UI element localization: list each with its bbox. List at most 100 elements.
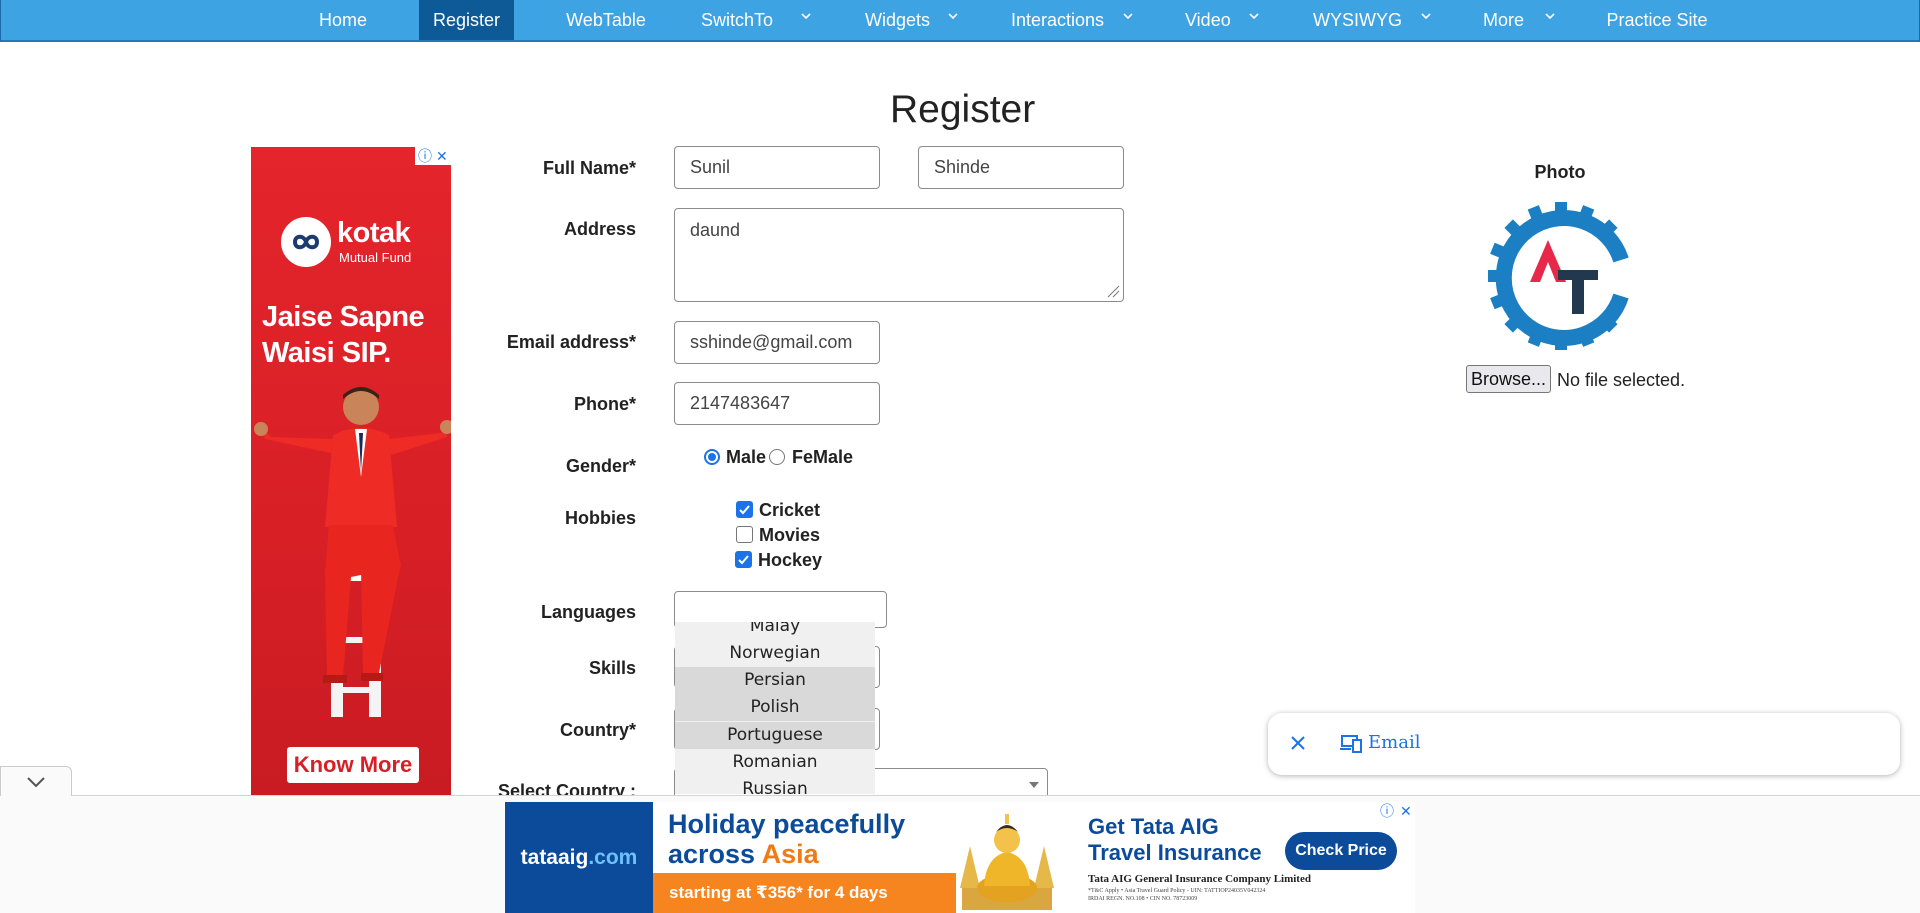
gender-female-radio[interactable] (769, 449, 785, 465)
country-label: Country* (560, 720, 636, 740)
nav-switchto[interactable]: SwitchTo (701, 0, 811, 40)
bottom-advertisement[interactable]: tataaig.com Holiday peacefully across As… (505, 802, 1415, 913)
ad-controls: ⓘ ✕ (1377, 802, 1415, 820)
hobby-hockey-checkbox[interactable] (735, 551, 752, 568)
know-more-button[interactable]: Know More (287, 747, 419, 783)
language-option[interactable]: Malay (675, 622, 875, 640)
first-name-input[interactable] (674, 146, 880, 189)
ad-price-strip: starting at ₹356* for 4 days (653, 873, 956, 913)
ad-offer-line2: Travel Insurance (1088, 840, 1262, 865)
collapse-ad-tab[interactable] (0, 766, 72, 796)
nav-practice-site-label: Practice Site (1606, 10, 1708, 30)
nav-video-label: Video (1185, 10, 1231, 30)
nav-home[interactable]: Home (301, 0, 385, 40)
email-label: Email address* (506, 332, 636, 352)
chevron-down-icon (1421, 13, 1431, 20)
chevron-down-icon (1545, 13, 1555, 20)
language-option[interactable]: Persian (675, 667, 875, 694)
kotak-brand-sub: Mutual Fund (339, 250, 412, 265)
nav-video[interactable]: Video (1185, 0, 1265, 40)
gender-male-radio[interactable] (704, 449, 720, 465)
chevron-down-icon (27, 777, 45, 788)
buddha-temple-image (960, 814, 1054, 910)
hobby-cricket-label: Cricket (759, 500, 821, 520)
full-name-label: Full Name* (542, 158, 636, 178)
nav-webtable[interactable]: WebTable (556, 0, 656, 40)
email-share-widget: Email (1268, 713, 1900, 775)
ad-fine-print: *T&C Apply • Asia Travel Guard Policy - … (1088, 888, 1266, 894)
nav-widgets[interactable]: Widgets (865, 0, 975, 40)
email-input[interactable] (674, 321, 880, 364)
photo-label: Photo (1534, 162, 1586, 182)
ad-model-image (254, 387, 451, 717)
skills-label: Skills (588, 658, 636, 678)
check-price-button[interactable]: Check Price (1285, 832, 1397, 870)
phone-input[interactable] (674, 382, 880, 425)
languages-listbox[interactable]: Malay Norwegian Persian Polish Portugues… (675, 622, 875, 794)
ad-offer: Get Tata AIG Travel Insurance (1088, 814, 1262, 866)
file-status-text: No file selected. (1557, 370, 1686, 390)
nav-more[interactable]: More (1483, 0, 1563, 40)
nav-switchto-label: SwitchTo (701, 10, 774, 30)
gender-female-label: FeMale (792, 447, 854, 467)
hobby-cricket-checkbox[interactable] (736, 501, 753, 518)
top-nav: Home Register WebTable SwitchTo Widgets … (0, 0, 1920, 42)
checkmark-icon (739, 505, 750, 515)
devices-icon[interactable] (1339, 732, 1363, 754)
chevron-down-icon (948, 13, 958, 20)
ad-headline-asia: Asia (761, 839, 819, 869)
hobbies-label: Hobbies (564, 508, 636, 528)
browse-button[interactable]: Browse... (1466, 365, 1551, 393)
tataaig-brand-b: .com (588, 846, 638, 869)
infinity-icon (292, 234, 320, 250)
ad-offer-line1: Get Tata AIG (1088, 814, 1219, 839)
ad-fine-print: IRDAI REGN. NO.108 • CIN NO. 78723009 (1088, 896, 1198, 902)
ad-headline: Holiday peacefully across Asia (668, 809, 905, 869)
gender-label: Gender* (565, 456, 636, 476)
automation-testing-gear-logo (1488, 202, 1629, 350)
nav-wysiwyg-label: WYSIWYG (1313, 10, 1402, 30)
nav-practice-site[interactable]: Practice Site (1601, 0, 1713, 40)
language-option[interactable]: Polish (675, 694, 875, 721)
resize-grip-icon[interactable] (1106, 284, 1120, 298)
ad-headline-across: across (668, 839, 762, 869)
hobby-movies-label: Movies (759, 525, 821, 545)
language-option[interactable]: Romanian (675, 749, 875, 776)
nav-widgets-label: Widgets (865, 10, 931, 30)
chevron-down-icon (1123, 13, 1133, 20)
languages-label: Languages (540, 602, 636, 622)
nav-register[interactable]: Register (419, 0, 514, 40)
ad-tagline-line1: Jaise Sapne (262, 301, 425, 333)
nav-interactions-label: Interactions (1011, 10, 1105, 30)
gender-male-label: Male (726, 447, 767, 467)
ad-company: Tata AIG General Insurance Company Limit… (1088, 873, 1311, 885)
chevron-down-icon (1029, 782, 1039, 788)
address-textarea[interactable] (674, 208, 1124, 302)
kotak-logo-mark (281, 217, 331, 267)
close-icon[interactable] (1288, 733, 1308, 753)
chevron-down-icon (1249, 13, 1259, 20)
language-option[interactable]: Portuguese (675, 722, 875, 749)
language-option[interactable]: Russian (675, 776, 875, 794)
hobby-movies-checkbox[interactable] (736, 526, 753, 543)
chevron-down-icon (801, 13, 811, 20)
info-icon[interactable]: ⓘ (1380, 802, 1394, 820)
language-option[interactable]: Norwegian (675, 640, 875, 667)
nav-webtable-label: WebTable (566, 10, 646, 30)
nav-more-label: More (1483, 10, 1525, 30)
address-label: Address (563, 219, 636, 239)
ad-headline-line1: Holiday peacefully (668, 809, 906, 839)
page-title: Register (890, 88, 1036, 131)
checkmark-icon (738, 555, 749, 565)
email-link[interactable]: Email (1368, 732, 1420, 753)
tataaig-brand-a: tataaig (520, 846, 589, 869)
nav-interactions[interactable]: Interactions (1011, 0, 1141, 40)
nav-register-label: Register (432, 10, 501, 30)
nav-wysiwyg[interactable]: WYSIWYG (1313, 0, 1433, 40)
kotak-brand: kotak (337, 217, 411, 249)
tataaig-logo: tataaig.com (505, 802, 653, 913)
nav-home-label: Home (318, 10, 367, 30)
ad-headline-line2: across Asia (668, 839, 905, 869)
last-name-input[interactable] (918, 146, 1124, 189)
close-icon[interactable]: ✕ (1400, 802, 1412, 820)
